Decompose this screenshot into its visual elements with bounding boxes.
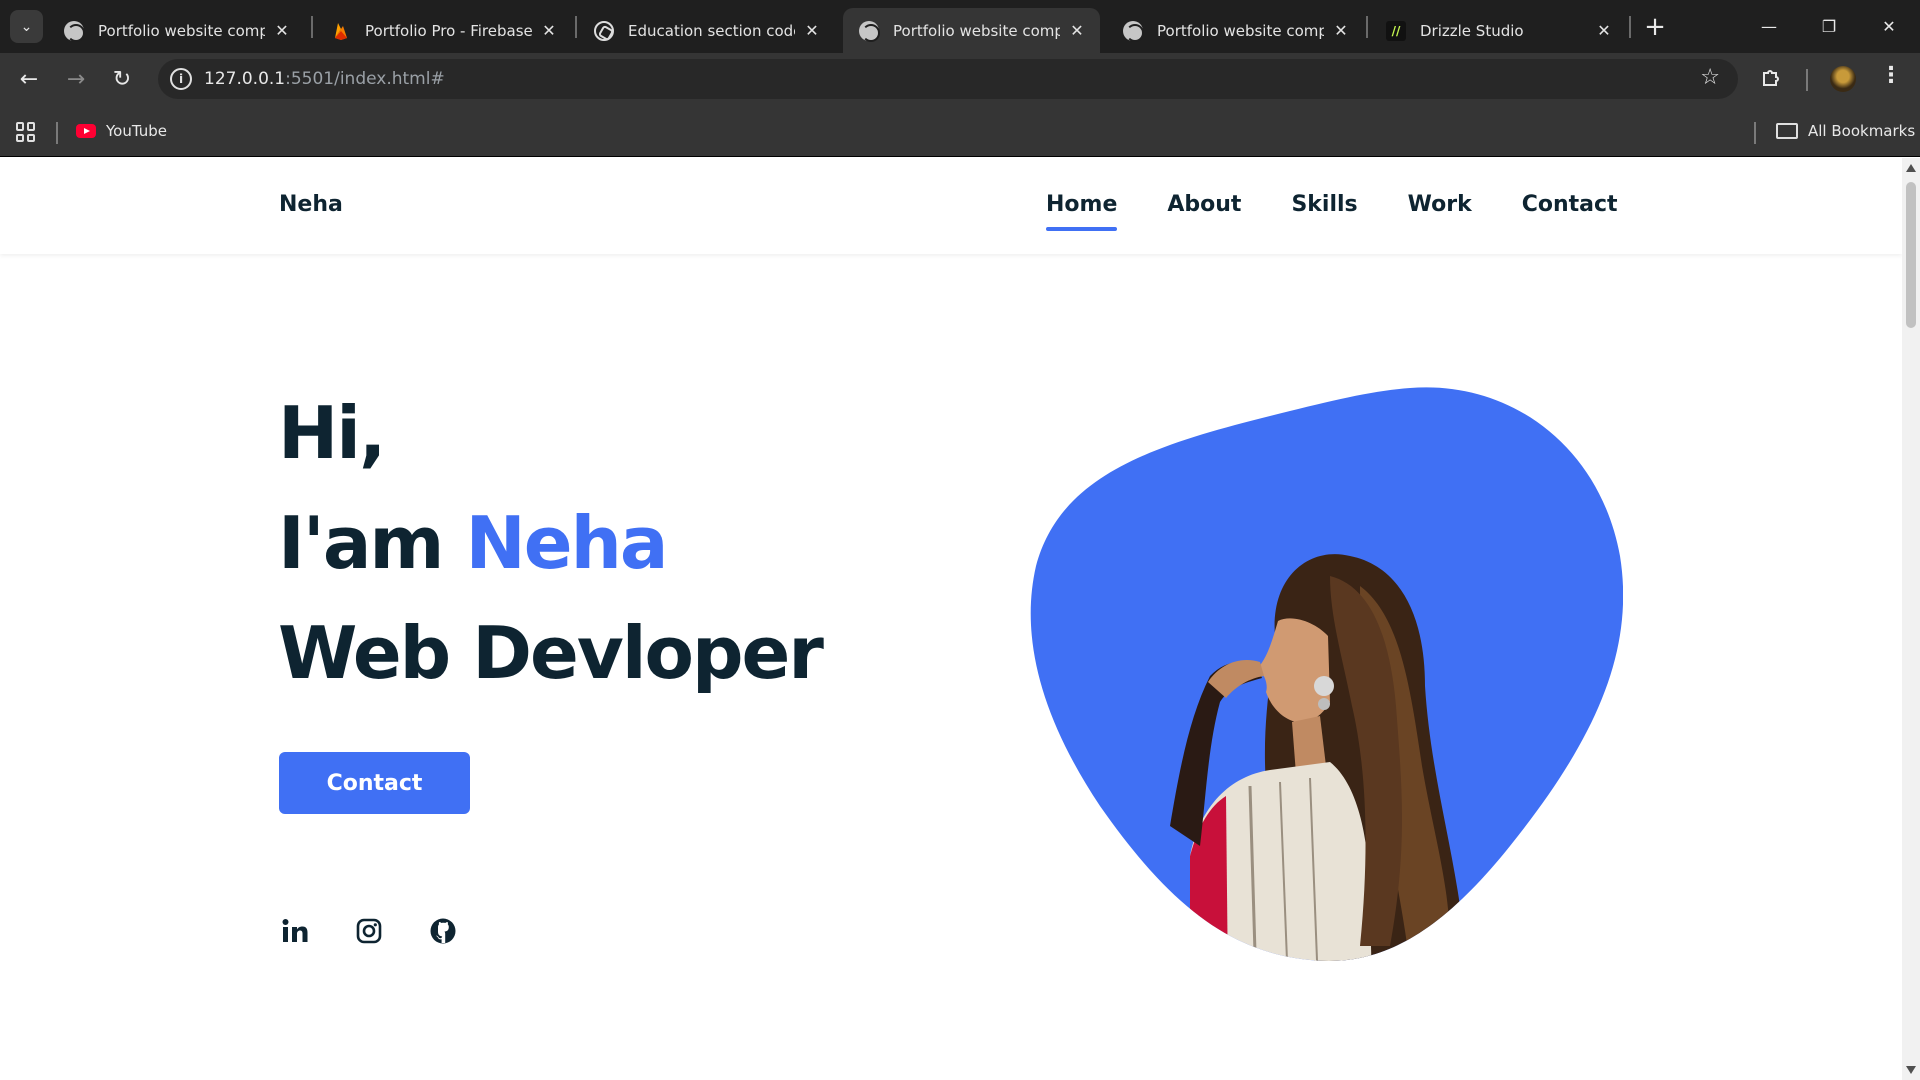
hero-name: Neha [465,501,669,585]
main-nav: Home About Skills Work Contact [1046,192,1618,231]
tab-strip: ⌄ Portfolio website complete ✕ Portfolio… [0,0,1920,53]
forward-button[interactable]: → [60,63,92,95]
tab-title: Education section code [628,21,795,40]
bookmarks-divider [56,122,58,144]
all-bookmarks-label: All Bookmarks [1808,122,1916,140]
scroll-up-icon[interactable] [1906,164,1916,172]
social-links [280,916,502,946]
plus-icon: + [1644,12,1666,42]
new-tab-button[interactable]: + [1640,12,1670,42]
tab-firebase[interactable]: Portfolio Pro - Firebase Stu ✕ [315,8,572,53]
extensions-icon[interactable] [1760,65,1786,91]
nav-about[interactable]: About [1167,192,1241,217]
back-button[interactable]: ← [13,63,45,95]
tab-title: Portfolio website complete [1157,21,1324,40]
reload-icon: ↻ [112,66,132,92]
close-icon: ✕ [1882,16,1896,36]
linkedin-icon[interactable] [280,916,310,946]
instagram-icon[interactable] [354,916,384,946]
arrow-left-icon: ← [19,66,39,92]
nav-skills[interactable]: Skills [1291,192,1357,217]
github-icon[interactable] [428,916,458,946]
apps-grid-icon[interactable] [16,122,36,142]
nav-work[interactable]: Work [1408,192,1472,217]
restore-icon: ❐ [1821,16,1837,36]
hero-name-prefix: I'am [278,501,466,585]
close-icon[interactable]: ✕ [1332,21,1350,40]
toolbar-divider [1806,69,1808,91]
tab-search-button[interactable]: ⌄ [10,10,43,43]
tab-divider [311,16,313,38]
firebase-icon [335,22,347,40]
minimize-button[interactable]: — [1746,8,1792,44]
globe-icon [859,20,880,42]
hero-role: Web Devloper [278,611,824,695]
bookmark-label: YouTube [106,122,167,140]
drizzle-icon: // [1386,20,1406,41]
browser-toolbar: ← → ↻ i 127.0.0.1:5501/index.html# ☆ ⋮ [0,53,1920,104]
site-info-icon[interactable]: i [170,68,192,90]
minimize-icon: — [1761,16,1777,36]
nav-home[interactable]: Home [1046,192,1118,231]
reload-button[interactable]: ↻ [106,63,138,95]
nav-contact[interactable]: Contact [1522,192,1618,217]
all-bookmarks-button[interactable]: All Bookmarks [1776,118,1915,144]
tab-divider [575,16,577,38]
address-bar[interactable]: i 127.0.0.1:5501/index.html# ☆ [158,59,1738,99]
bookmark-star-icon[interactable]: ☆ [1700,65,1720,90]
profile-avatar[interactable] [1830,66,1856,92]
site-header: Neha Home About Skills Work Contact [0,158,1902,254]
hero-name-line: I'am Neha [278,488,822,598]
scroll-thumb[interactable] [1906,182,1916,328]
site-logo[interactable]: Neha [279,192,343,217]
close-icon[interactable]: ✕ [1068,21,1086,40]
bookmark-youtube[interactable]: YouTube [76,118,167,144]
url-path: :5501/index.html# [285,69,445,89]
tab-drizzle[interactable]: // Drizzle Studio ✕ [1370,8,1627,53]
tab-title: Portfolio Pro - Firebase Stu [365,21,532,40]
close-icon[interactable]: ✕ [273,21,291,40]
url-text: 127.0.0.1:5501/index.html# [204,69,445,89]
tab-title: Portfolio website complete [98,21,265,40]
scroll-down-icon[interactable] [1906,1066,1916,1074]
menu-dots-icon[interactable]: ⋮ [1880,63,1902,88]
url-host: 127.0.0.1 [204,69,286,89]
page-scrollbar[interactable] [1902,158,1920,1080]
chevron-down-icon: ⌄ [20,18,33,35]
tab-title: Drizzle Studio [1420,21,1524,40]
tab-divider [1366,16,1368,38]
globe-icon [64,20,85,42]
youtube-icon [76,124,96,138]
contact-button[interactable]: Contact [279,752,470,814]
tab-title: Portfolio website complete [893,21,1060,40]
page-viewport: Neha Home About Skills Work Contact Hi, … [0,158,1902,1080]
bookmarks-bar: YouTube All Bookmarks [0,104,1920,157]
tab-portfolio-2[interactable]: Portfolio website complete ✕ [1107,8,1364,53]
arrow-right-icon: → [66,66,86,92]
hero-image-blob [1030,387,1623,961]
chatgpt-icon [594,20,614,41]
tab-education[interactable]: Education section code ✕ [578,8,835,53]
hero-greeting: Hi, [278,391,386,475]
tab-portfolio-1[interactable]: Portfolio website complete ✕ [48,8,305,53]
tab-portfolio-active[interactable]: Portfolio website complete ✕ [843,8,1100,53]
hero-heading: Hi, I'am Neha Web Devloper [278,378,824,708]
folder-icon [1776,123,1798,139]
globe-icon [1123,20,1144,42]
tab-divider [1629,16,1631,38]
close-window-button[interactable]: ✕ [1866,8,1912,44]
bookmarks-divider [1754,122,1756,144]
close-icon[interactable]: ✕ [1595,21,1613,40]
close-icon[interactable]: ✕ [803,21,821,40]
restore-button[interactable]: ❐ [1806,8,1852,44]
close-icon[interactable]: ✕ [540,21,558,40]
